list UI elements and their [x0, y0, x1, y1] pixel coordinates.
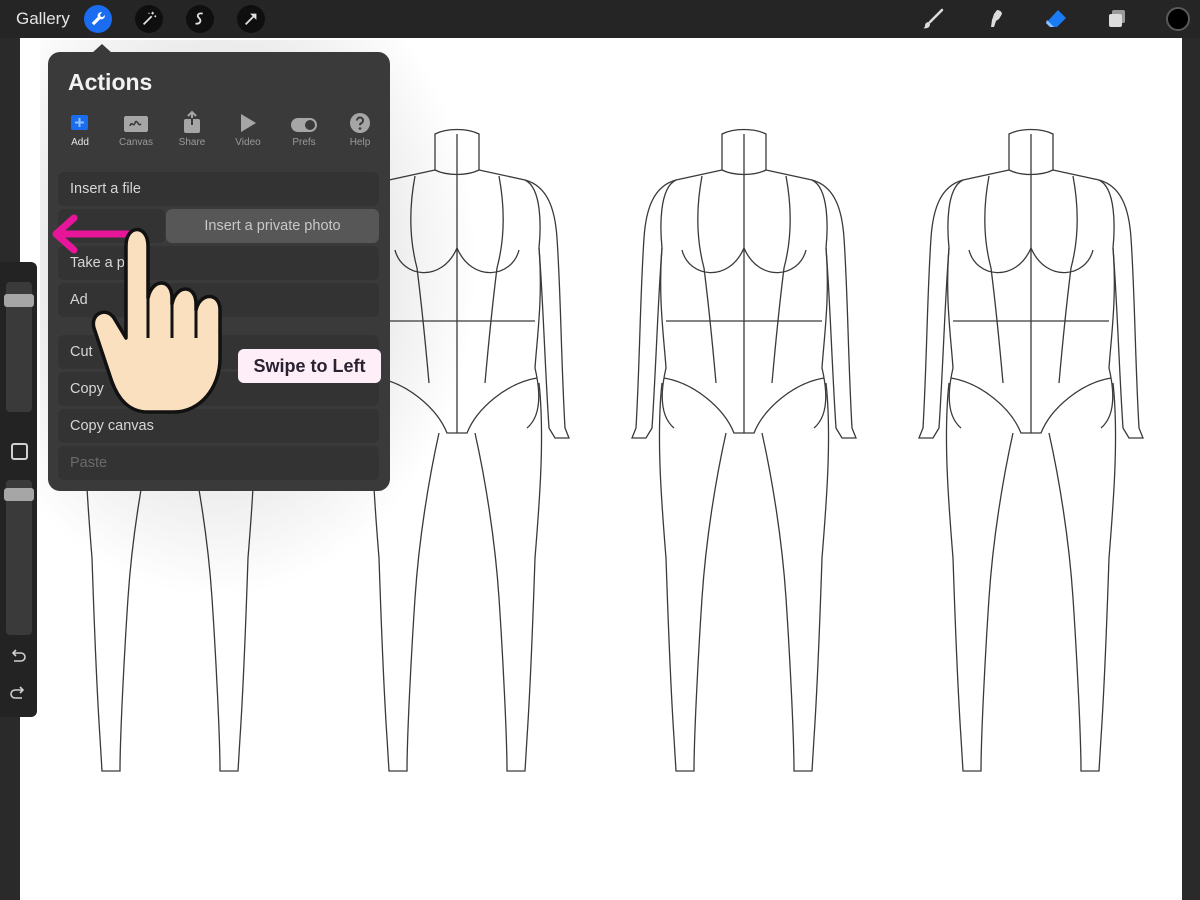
undo-icon[interactable]: [9, 648, 27, 666]
transform-arrow-icon[interactable]: [237, 5, 265, 33]
redo-icon[interactable]: [9, 685, 27, 703]
help-icon: [350, 113, 370, 133]
croquis-figure: [918, 128, 1144, 772]
add-image-icon: [71, 115, 88, 130]
tab-label: Prefs: [292, 137, 316, 148]
swipe-instruction-label: Swipe to Left: [238, 349, 381, 383]
panel-title: Actions: [68, 69, 153, 95]
brush-size-thumb[interactable]: [4, 294, 34, 307]
gallery-button[interactable]: Gallery: [16, 9, 70, 29]
tab-share[interactable]: Share: [169, 108, 215, 152]
pointing-hand-icon: [91, 227, 222, 414]
croquis-figure: [631, 128, 857, 772]
opacity-slider[interactable]: [4, 480, 34, 635]
selection-icon[interactable]: [186, 5, 214, 33]
tab-canvas[interactable]: Canvas: [113, 108, 159, 152]
brush-icon[interactable]: [920, 6, 946, 32]
tab-label: Video: [235, 137, 261, 148]
modify-button[interactable]: [11, 443, 28, 460]
play-icon: [241, 114, 256, 132]
tab-label: Canvas: [119, 137, 153, 148]
left-sidebar: [0, 262, 37, 717]
insert-file-row[interactable]: Insert a file: [58, 172, 379, 206]
toggle-icon: [291, 118, 317, 132]
tab-label: Help: [349, 137, 371, 148]
top-toolbar: Gallery: [0, 0, 1200, 38]
tab-label: Share: [178, 137, 206, 148]
share-icon: [184, 110, 200, 133]
tab-add[interactable]: Add: [57, 108, 103, 152]
brush-size-slider[interactable]: [4, 282, 34, 412]
tab-help[interactable]: Help: [337, 108, 383, 152]
eraser-icon[interactable]: [1043, 6, 1069, 32]
color-picker-button[interactable]: [1166, 7, 1190, 31]
panel-pointer: [92, 44, 112, 53]
canvas-icon: [124, 116, 148, 132]
paste-row[interactable]: Paste: [58, 446, 379, 480]
tab-video[interactable]: Video: [225, 108, 271, 152]
tab-prefs[interactable]: Prefs: [281, 108, 327, 152]
tab-label: Add: [71, 137, 89, 148]
opacity-thumb[interactable]: [4, 488, 34, 501]
magic-wand-icon[interactable]: [135, 5, 163, 33]
smudge-icon[interactable]: [982, 6, 1008, 32]
layers-icon[interactable]: [1104, 6, 1130, 32]
wrench-icon[interactable]: [84, 5, 112, 33]
